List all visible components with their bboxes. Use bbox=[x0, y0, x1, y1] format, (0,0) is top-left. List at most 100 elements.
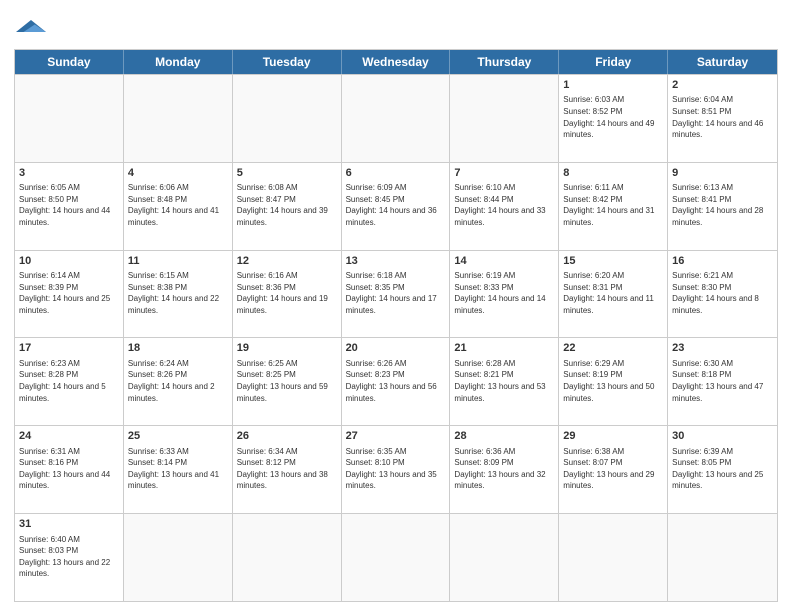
calendar-cell: 20 Sunrise: 6:26 AM Sunset: 8:23 PM Dayli… bbox=[342, 338, 451, 425]
day-info: Sunrise: 6:24 AM Sunset: 8:26 PM Dayligh… bbox=[128, 358, 228, 404]
calendar-cell: 26 Sunrise: 6:34 AM Sunset: 8:12 PM Dayli… bbox=[233, 426, 342, 513]
calendar-cell: 18 Sunrise: 6:24 AM Sunset: 8:26 PM Dayli… bbox=[124, 338, 233, 425]
day-info: Sunrise: 6:38 AM Sunset: 8:07 PM Dayligh… bbox=[563, 446, 663, 492]
calendar-cell bbox=[15, 75, 124, 162]
day-number: 28 bbox=[454, 429, 554, 444]
day-info: Sunrise: 6:30 AM Sunset: 8:18 PM Dayligh… bbox=[672, 358, 773, 404]
day-info: Sunrise: 6:34 AM Sunset: 8:12 PM Dayligh… bbox=[237, 446, 337, 492]
day-number: 4 bbox=[128, 166, 228, 181]
calendar-cell bbox=[233, 75, 342, 162]
calendar-cell bbox=[342, 75, 451, 162]
day-number: 12 bbox=[237, 254, 337, 269]
day-info: Sunrise: 6:40 AM Sunset: 8:03 PM Dayligh… bbox=[19, 534, 119, 580]
day-number: 11 bbox=[128, 254, 228, 269]
weekday-header-saturday: Saturday bbox=[668, 50, 777, 74]
day-info: Sunrise: 6:29 AM Sunset: 8:19 PM Dayligh… bbox=[563, 358, 663, 404]
day-info: Sunrise: 6:10 AM Sunset: 8:44 PM Dayligh… bbox=[454, 182, 554, 228]
calendar-cell: 21Sunrise: 6:28 AM Sunset: 8:21 PM Dayli… bbox=[450, 338, 559, 425]
calendar-cell: 17Sunrise: 6:23 AM Sunset: 8:28 PM Dayli… bbox=[15, 338, 124, 425]
calendar-header: SundayMondayTuesdayWednesdayThursdayFrid… bbox=[15, 50, 777, 74]
weekday-header-tuesday: Tuesday bbox=[233, 50, 342, 74]
day-number: 19 bbox=[237, 341, 337, 356]
day-number: 25 bbox=[128, 429, 228, 444]
calendar-cell: 23 Sunrise: 6:30 AM Sunset: 8:18 PM Dayli… bbox=[668, 338, 777, 425]
weekday-header-friday: Friday bbox=[559, 50, 668, 74]
day-number: 30 bbox=[672, 429, 773, 444]
calendar-row-4: 24 Sunrise: 6:31 AM Sunset: 8:16 PM Dayli… bbox=[15, 425, 777, 513]
day-info: Sunrise: 6:11 AM Sunset: 8:42 PM Dayligh… bbox=[563, 182, 663, 228]
day-info: Sunrise: 6:18 AM Sunset: 8:35 PM Dayligh… bbox=[346, 270, 446, 316]
day-number: 24 bbox=[19, 429, 119, 444]
calendar-cell: 5Sunrise: 6:08 AM Sunset: 8:47 PM Daylig… bbox=[233, 163, 342, 250]
day-number: 3 bbox=[19, 166, 119, 181]
day-info: Sunrise: 6:03 AM Sunset: 8:52 PM Dayligh… bbox=[563, 94, 663, 140]
day-number: 5 bbox=[237, 166, 337, 181]
day-info: Sunrise: 6:06 AM Sunset: 8:48 PM Dayligh… bbox=[128, 182, 228, 228]
calendar-cell: 22 Sunrise: 6:29 AM Sunset: 8:19 PM Dayli… bbox=[559, 338, 668, 425]
day-number: 26 bbox=[237, 429, 337, 444]
calendar-cell: 31 Sunrise: 6:40 AM Sunset: 8:03 PM Dayli… bbox=[15, 514, 124, 601]
calendar-cell: 27 Sunrise: 6:35 AM Sunset: 8:10 PM Dayli… bbox=[342, 426, 451, 513]
weekday-header-sunday: Sunday bbox=[15, 50, 124, 74]
day-info: Sunrise: 6:08 AM Sunset: 8:47 PM Dayligh… bbox=[237, 182, 337, 228]
day-number: 8 bbox=[563, 166, 663, 181]
calendar-cell: 12Sunrise: 6:16 AM Sunset: 8:36 PM Dayli… bbox=[233, 251, 342, 338]
day-info: Sunrise: 6:16 AM Sunset: 8:36 PM Dayligh… bbox=[237, 270, 337, 316]
day-number: 7 bbox=[454, 166, 554, 181]
day-info: Sunrise: 6:35 AM Sunset: 8:10 PM Dayligh… bbox=[346, 446, 446, 492]
day-info: Sunrise: 6:23 AM Sunset: 8:28 PM Dayligh… bbox=[19, 358, 119, 404]
day-number: 14 bbox=[454, 254, 554, 269]
calendar-cell bbox=[668, 514, 777, 601]
day-number: 22 bbox=[563, 341, 663, 356]
calendar-cell bbox=[559, 514, 668, 601]
weekday-header-wednesday: Wednesday bbox=[342, 50, 451, 74]
day-number: 2 bbox=[672, 78, 773, 93]
calendar-cell bbox=[233, 514, 342, 601]
calendar-cell: 16Sunrise: 6:21 AM Sunset: 8:30 PM Dayli… bbox=[668, 251, 777, 338]
day-number: 18 bbox=[128, 341, 228, 356]
calendar-row-0: 1Sunrise: 6:03 AM Sunset: 8:52 PM Daylig… bbox=[15, 74, 777, 162]
calendar-cell bbox=[450, 514, 559, 601]
day-number: 20 bbox=[346, 341, 446, 356]
calendar-cell: 25Sunrise: 6:33 AM Sunset: 8:14 PM Dayli… bbox=[124, 426, 233, 513]
calendar-cell bbox=[124, 514, 233, 601]
calendar-row-5: 31 Sunrise: 6:40 AM Sunset: 8:03 PM Dayli… bbox=[15, 513, 777, 601]
page: SundayMondayTuesdayWednesdayThursdayFrid… bbox=[0, 0, 792, 612]
calendar-cell: 11Sunrise: 6:15 AM Sunset: 8:38 PM Dayli… bbox=[124, 251, 233, 338]
calendar-row-2: 10Sunrise: 6:14 AM Sunset: 8:39 PM Dayli… bbox=[15, 250, 777, 338]
calendar-cell: 13Sunrise: 6:18 AM Sunset: 8:35 PM Dayli… bbox=[342, 251, 451, 338]
calendar-cell: 8Sunrise: 6:11 AM Sunset: 8:42 PM Daylig… bbox=[559, 163, 668, 250]
day-info: Sunrise: 6:26 AM Sunset: 8:23 PM Dayligh… bbox=[346, 358, 446, 404]
day-info: Sunrise: 6:31 AM Sunset: 8:16 PM Dayligh… bbox=[19, 446, 119, 492]
calendar-cell: 10Sunrise: 6:14 AM Sunset: 8:39 PM Dayli… bbox=[15, 251, 124, 338]
day-info: Sunrise: 6:14 AM Sunset: 8:39 PM Dayligh… bbox=[19, 270, 119, 316]
calendar-cell: 6Sunrise: 6:09 AM Sunset: 8:45 PM Daylig… bbox=[342, 163, 451, 250]
day-number: 23 bbox=[672, 341, 773, 356]
day-number: 27 bbox=[346, 429, 446, 444]
calendar-cell: 30Sunrise: 6:39 AM Sunset: 8:05 PM Dayli… bbox=[668, 426, 777, 513]
calendar-cell: 19 Sunrise: 6:25 AM Sunset: 8:25 PM Dayli… bbox=[233, 338, 342, 425]
day-number: 9 bbox=[672, 166, 773, 181]
day-info: Sunrise: 6:04 AM Sunset: 8:51 PM Dayligh… bbox=[672, 94, 773, 140]
calendar-row-1: 3Sunrise: 6:05 AM Sunset: 8:50 PM Daylig… bbox=[15, 162, 777, 250]
day-info: Sunrise: 6:20 AM Sunset: 8:31 PM Dayligh… bbox=[563, 270, 663, 316]
day-number: 10 bbox=[19, 254, 119, 269]
calendar-cell: 7Sunrise: 6:10 AM Sunset: 8:44 PM Daylig… bbox=[450, 163, 559, 250]
day-number: 16 bbox=[672, 254, 773, 269]
day-number: 31 bbox=[19, 517, 119, 532]
calendar-cell: 24 Sunrise: 6:31 AM Sunset: 8:16 PM Dayli… bbox=[15, 426, 124, 513]
calendar-cell: 14Sunrise: 6:19 AM Sunset: 8:33 PM Dayli… bbox=[450, 251, 559, 338]
calendar-cell: 9Sunrise: 6:13 AM Sunset: 8:41 PM Daylig… bbox=[668, 163, 777, 250]
calendar-row-3: 17Sunrise: 6:23 AM Sunset: 8:28 PM Dayli… bbox=[15, 337, 777, 425]
day-number: 29 bbox=[563, 429, 663, 444]
calendar-cell: 4Sunrise: 6:06 AM Sunset: 8:48 PM Daylig… bbox=[124, 163, 233, 250]
calendar-cell: 1Sunrise: 6:03 AM Sunset: 8:52 PM Daylig… bbox=[559, 75, 668, 162]
day-number: 15 bbox=[563, 254, 663, 269]
calendar-cell: 2Sunrise: 6:04 AM Sunset: 8:51 PM Daylig… bbox=[668, 75, 777, 162]
calendar-cell: 28Sunrise: 6:36 AM Sunset: 8:09 PM Dayli… bbox=[450, 426, 559, 513]
calendar-cell: 29 Sunrise: 6:38 AM Sunset: 8:07 PM Dayli… bbox=[559, 426, 668, 513]
calendar-cell bbox=[124, 75, 233, 162]
day-number: 13 bbox=[346, 254, 446, 269]
header bbox=[14, 10, 778, 43]
day-info: Sunrise: 6:25 AM Sunset: 8:25 PM Dayligh… bbox=[237, 358, 337, 404]
